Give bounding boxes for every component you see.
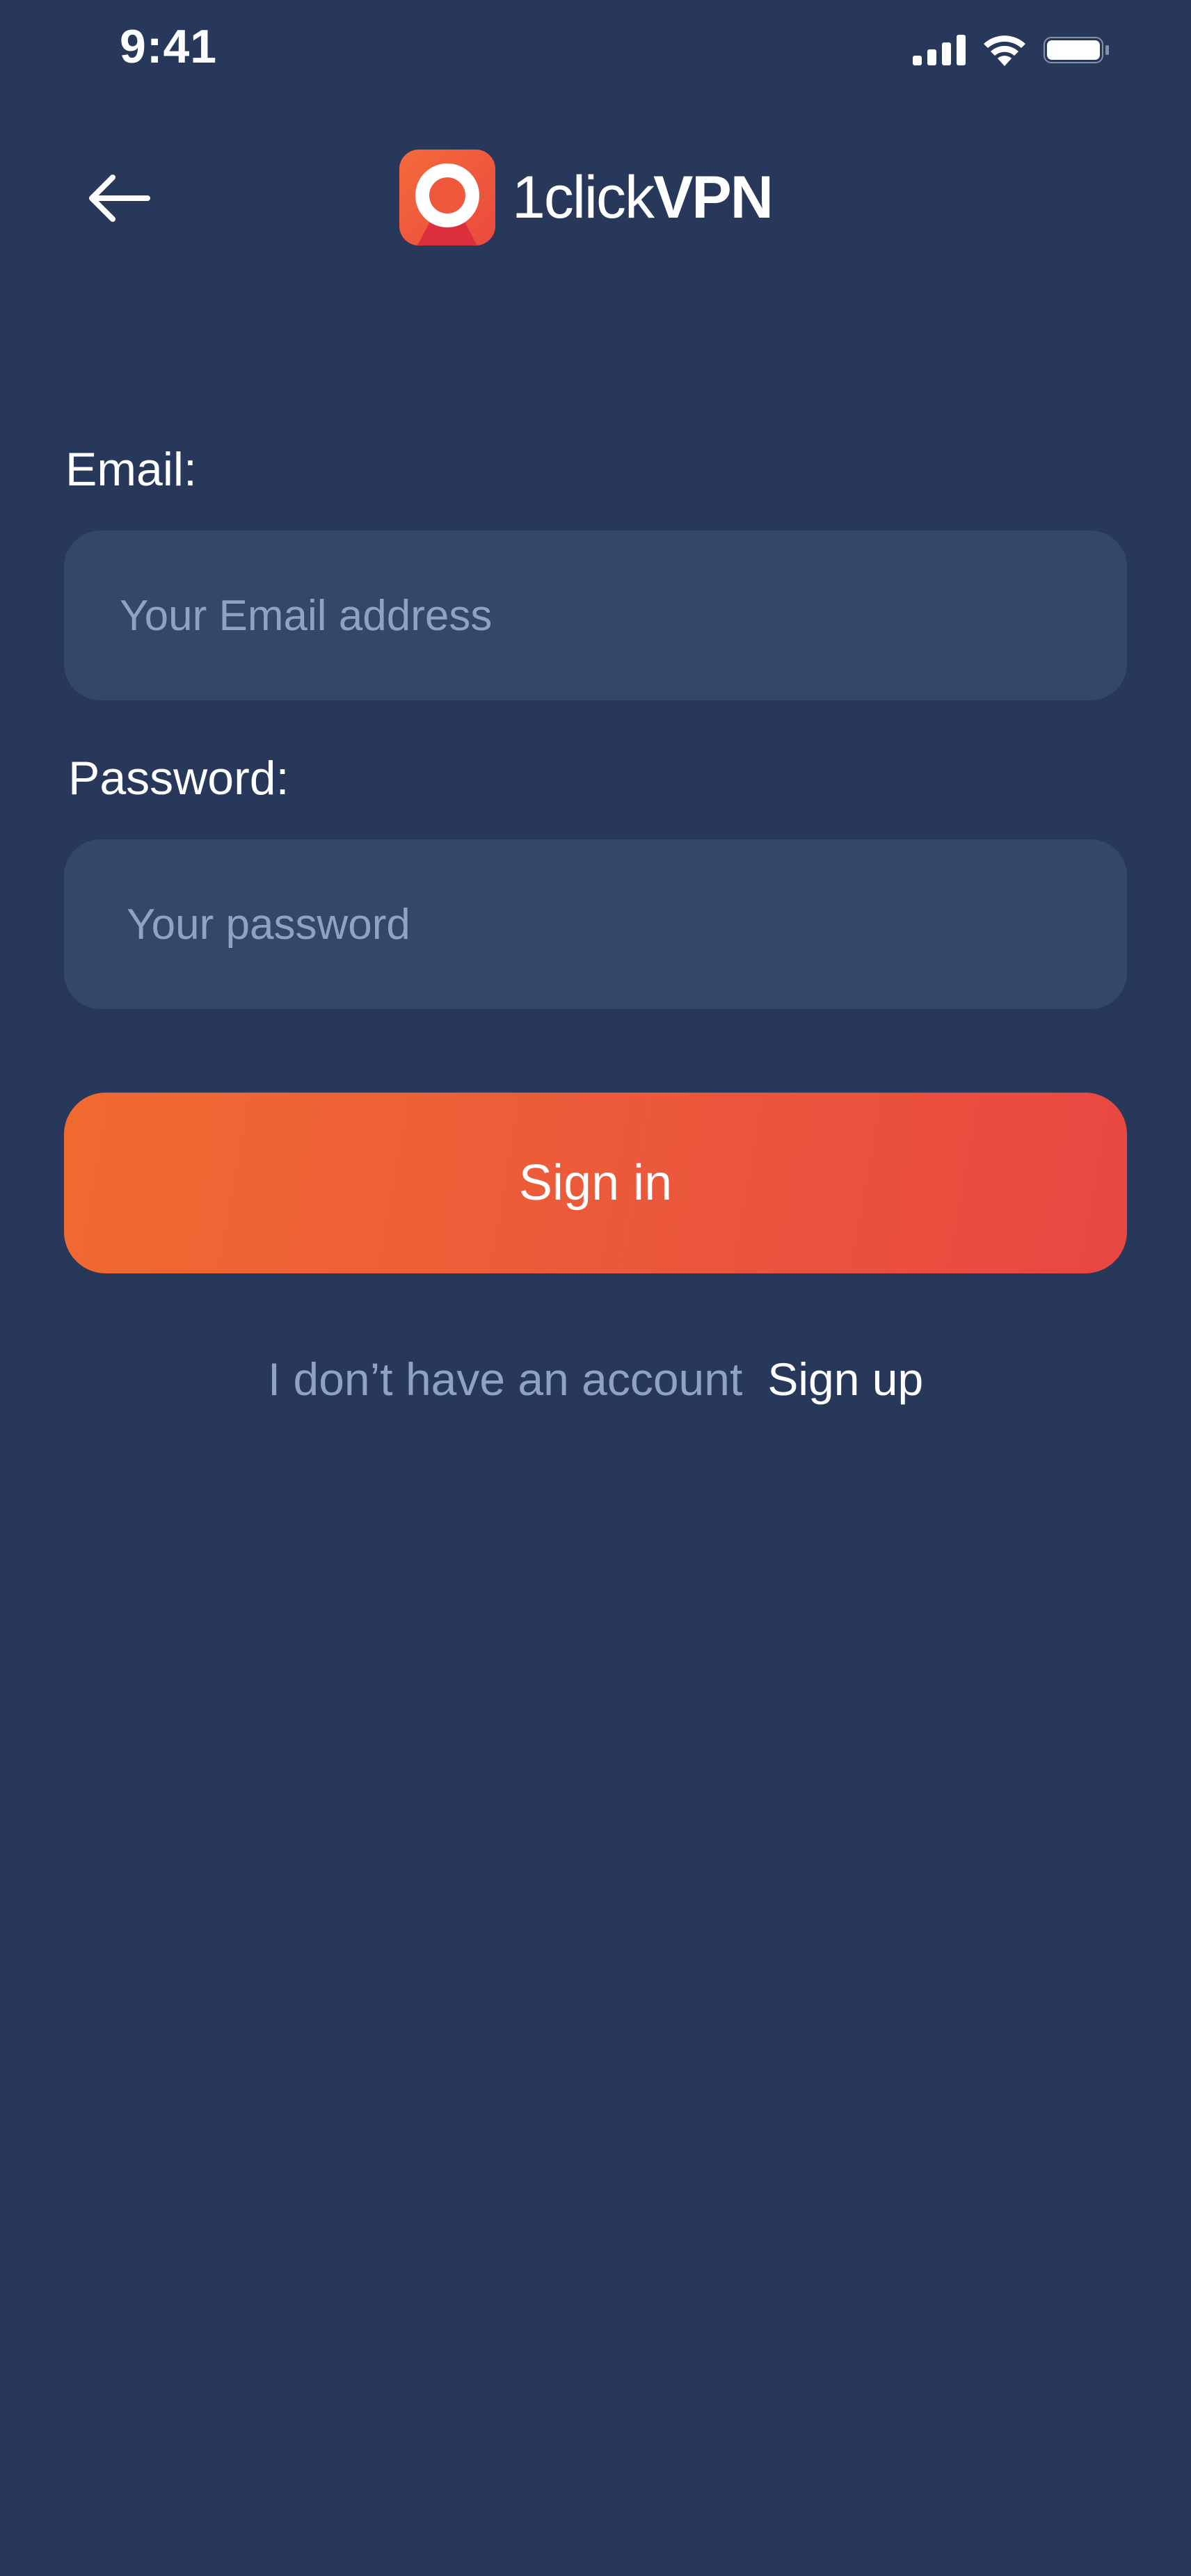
header: 1clickVPN — [0, 139, 1191, 257]
email-label: Email: — [65, 443, 197, 496]
status-bar: 9:41 — [0, 0, 1191, 97]
back-button[interactable] — [77, 160, 160, 236]
status-icons — [913, 31, 1110, 70]
signup-row: I don’t have an account Sign up — [0, 1353, 1191, 1406]
battery-icon — [1044, 37, 1109, 63]
arrow-left-icon — [89, 175, 150, 222]
password-input[interactable] — [64, 839, 1127, 1009]
logo-wordmark: 1clickVPN — [512, 163, 774, 232]
email-input[interactable] — [64, 531, 1127, 700]
sign-in-button[interactable]: Sign in — [64, 1093, 1127, 1273]
password-label: Password: — [68, 752, 289, 805]
signup-prompt: I don’t have an account — [267, 1353, 743, 1405]
status-time: 9:41 — [120, 20, 218, 73]
signal-icon — [913, 35, 966, 65]
logo-wordmark-light: 1click — [512, 163, 655, 231]
logo-wordmark-bold: VPN — [653, 163, 774, 231]
wifi-icon — [984, 35, 1025, 66]
sign-up-link[interactable]: Sign up — [767, 1353, 923, 1406]
logo-icon — [399, 150, 495, 245]
app-logo: 1clickVPN — [399, 149, 774, 246]
